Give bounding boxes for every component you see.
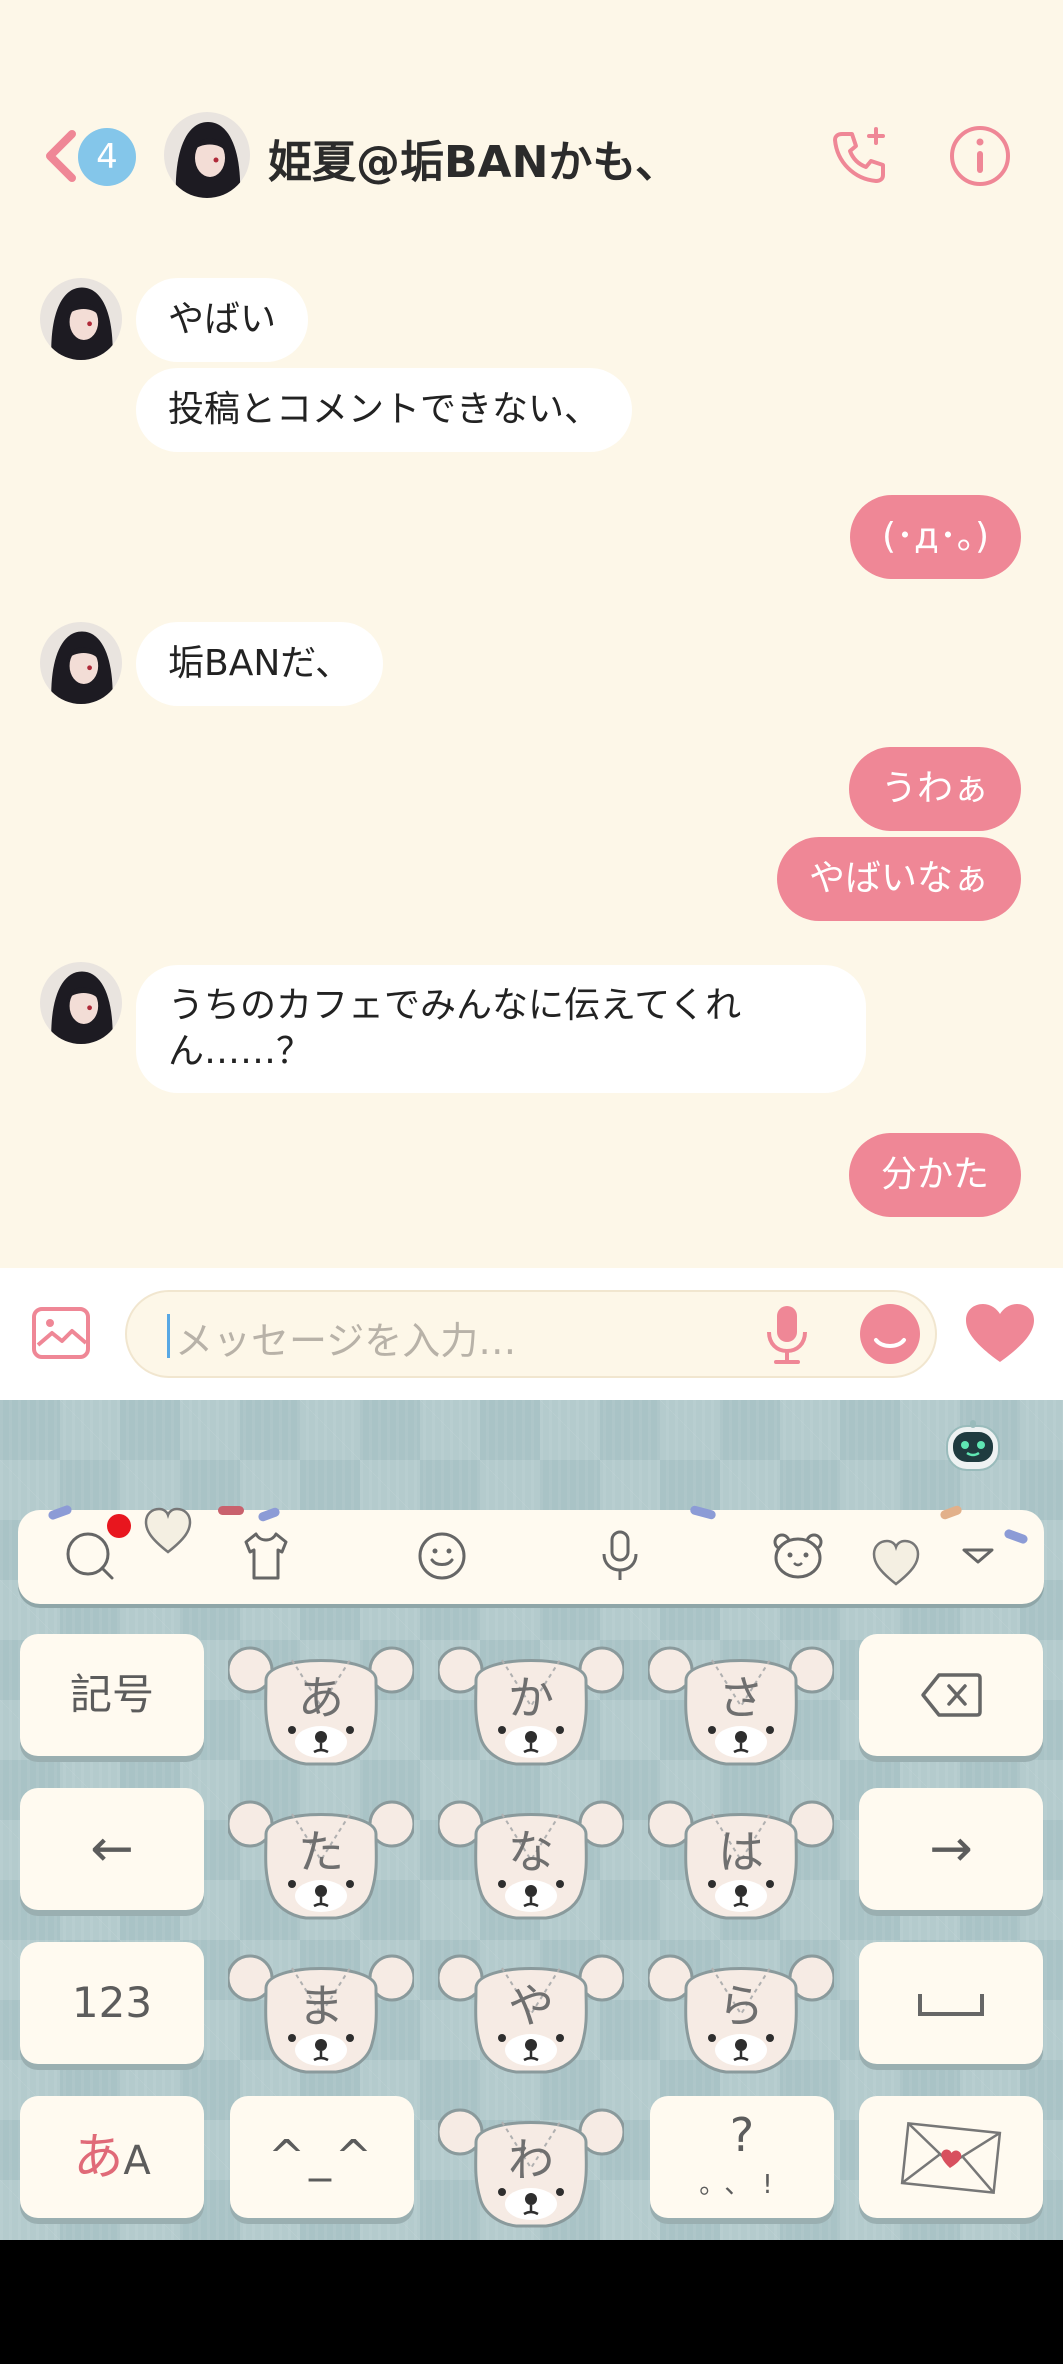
kana-label: ま (298, 1979, 344, 2033)
back-chevron-icon[interactable] (40, 128, 80, 184)
kana-key-wa[interactable]: わ (436, 2102, 626, 2234)
kana-key-sa[interactable]: さ (646, 1640, 836, 1772)
kana-label: た (298, 1825, 344, 1879)
kana-key-ma[interactable]: ま (226, 1948, 416, 2080)
left-arrow-label: ← (90, 1819, 134, 1879)
alphabet-mode-label: A (123, 2138, 151, 2184)
contact-avatar[interactable] (164, 112, 250, 198)
message-input-placeholder: メッセージを入力… (175, 1319, 517, 1363)
voice-input-icon[interactable] (592, 1528, 648, 1584)
left-arrow-key[interactable]: ← (20, 1788, 204, 1910)
sender-avatar[interactable] (40, 962, 122, 1044)
punctuation-key[interactable]: ? 。、! (650, 2096, 834, 2218)
kana-label: か (508, 1671, 554, 1725)
kana-label: な (508, 1825, 554, 1879)
message-bubble-outgoing[interactable]: うわぁ (848, 747, 1021, 831)
chat-title: 姫夏@垢BANかも、 (268, 137, 680, 188)
hiragana-mode-label: あ (73, 2128, 124, 2186)
backspace-icon (921, 1673, 982, 1717)
message-bubble-incoming[interactable]: 投稿とコメントできない、 (136, 368, 633, 452)
kana-label: わ (508, 2133, 554, 2187)
punctuation-question-label: ? (729, 2108, 755, 2162)
message-bubble-incoming[interactable]: やばい (136, 278, 309, 362)
heart-send-icon[interactable] (964, 1302, 1036, 1366)
kana-key-ka[interactable]: か (436, 1640, 626, 1772)
kana-label: は (718, 1825, 764, 1879)
keyboard-search-icon[interactable] (62, 1528, 118, 1584)
message-bubble-outgoing[interactable]: 分かた (848, 1133, 1021, 1217)
image-attach-icon[interactable] (30, 1303, 92, 1363)
numbers-key[interactable]: 123 (20, 1942, 204, 2064)
text-caret (167, 1314, 170, 1358)
heart-decoration-icon (872, 1539, 920, 1586)
message-bubble-incoming[interactable]: 垢BANだ、 (136, 622, 384, 706)
space-key[interactable] (859, 1942, 1043, 2064)
punctuation-marks-label: 。、! (699, 2170, 785, 2200)
kaomoji-key-label: ^_^ (268, 2131, 376, 2182)
message-bubble-incoming[interactable]: うちのカフェでみんなに伝えてくれん……？ (136, 965, 866, 1093)
unread-count-badge[interactable]: 4 (78, 128, 136, 186)
add-call-icon[interactable] (828, 124, 892, 188)
kana-key-a[interactable]: あ (226, 1640, 416, 1772)
right-arrow-key[interactable]: → (859, 1788, 1043, 1910)
keyboard-assistant-robot-icon[interactable] (943, 1418, 1003, 1474)
enter-envelope-key[interactable] (859, 2096, 1043, 2218)
bear-sticker-icon[interactable] (770, 1528, 826, 1584)
kana-label: や (508, 1979, 554, 2033)
space-icon (918, 1994, 984, 2016)
symbols-key[interactable]: 記号 (20, 1634, 204, 1756)
input-mode-key[interactable]: あA (20, 2096, 204, 2218)
message-bubble-outgoing[interactable]: (･д･｡) (850, 495, 1021, 579)
system-navigation-bar (0, 2240, 1063, 2364)
collapse-keyboard-icon[interactable] (950, 1528, 1006, 1584)
kana-key-ra[interactable]: ら (646, 1948, 836, 2080)
kaomoji-key[interactable]: ^_^ (230, 2096, 414, 2218)
envelope-icon (900, 2121, 1002, 2195)
kana-label: ら (718, 1979, 764, 2033)
numbers-key-label: 123 (71, 1978, 153, 2027)
sender-avatar[interactable] (40, 622, 122, 704)
backspace-key[interactable] (859, 1634, 1043, 1756)
emoji-icon[interactable] (414, 1528, 470, 1584)
message-input[interactable]: メッセージを入力… (125, 1290, 937, 1378)
theme-shirt-icon[interactable] (238, 1528, 294, 1584)
symbols-key-label: 記号 (69, 1670, 154, 1719)
decoration (218, 1506, 244, 1515)
kana-key-na[interactable]: な (436, 1794, 626, 1926)
right-arrow-label: → (929, 1819, 973, 1879)
sender-avatar[interactable] (40, 278, 122, 360)
microphone-icon[interactable] (762, 1304, 812, 1366)
input-mode-label: あA (20, 2096, 204, 2222)
kana-key-ha[interactable]: は (646, 1794, 836, 1926)
notification-dot (107, 1514, 131, 1538)
kana-key-ya[interactable]: や (436, 1948, 626, 2080)
heart-decoration-icon (144, 1507, 192, 1554)
message-bubble-outgoing[interactable]: やばいなぁ (776, 837, 1021, 921)
kana-label: さ (718, 1671, 764, 1725)
kana-key-ta[interactable]: た (226, 1794, 416, 1926)
kana-label: あ (298, 1671, 344, 1725)
emoji-icon[interactable] (858, 1302, 922, 1366)
info-icon[interactable] (948, 124, 1012, 188)
